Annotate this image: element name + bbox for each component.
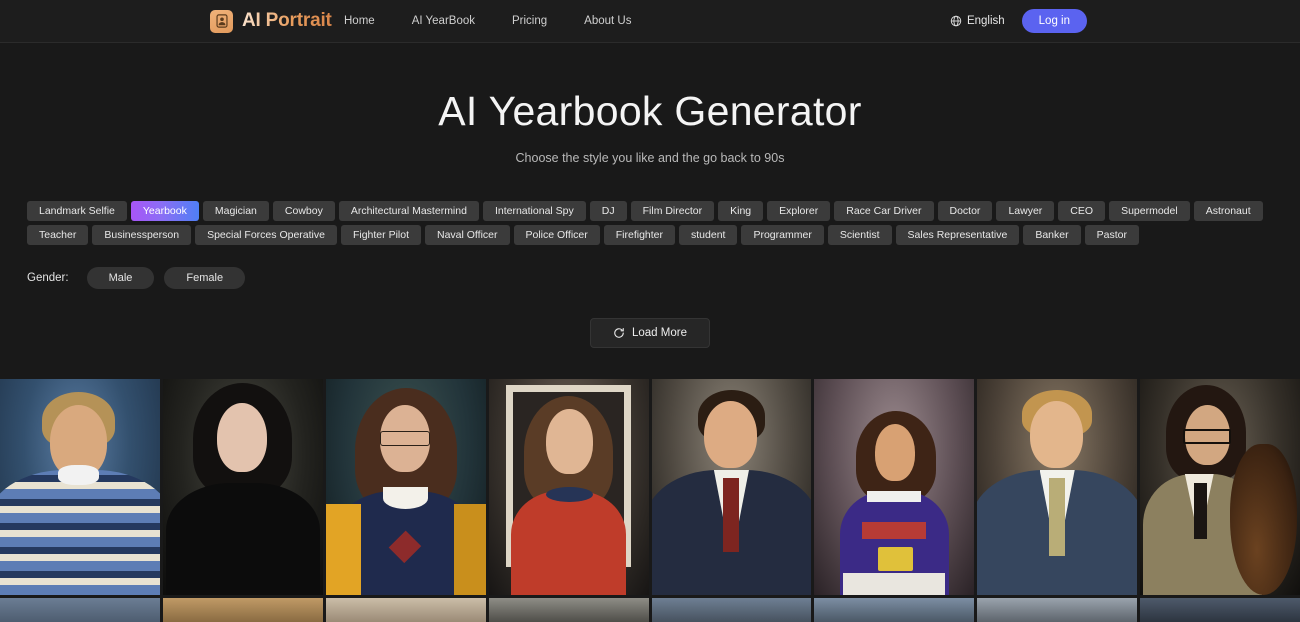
load-more-button[interactable]: Load More [590, 318, 710, 348]
top-header: AI Portrait Home AI YearBook Pricing Abo… [0, 0, 1300, 43]
style-tag-architectural-mastermind[interactable]: Architectural Mastermind [338, 201, 479, 221]
photo-subject [1140, 379, 1300, 595]
gallery-photo[interactable] [488, 379, 649, 595]
style-tag-pastor[interactable]: Pastor [1084, 225, 1139, 245]
gender-option-female[interactable]: Female [164, 267, 246, 289]
load-more-label: Load More [632, 327, 687, 339]
header-actions: English Log in [950, 9, 1087, 33]
style-tag-international-spy[interactable]: International Spy [482, 201, 586, 221]
photo-subject [977, 379, 1138, 595]
person-card-icon [210, 9, 233, 33]
photo-subject [0, 379, 160, 595]
photo-subject [163, 379, 323, 595]
main-navigation: Home AI YearBook Pricing About Us [344, 15, 631, 27]
log-in-button[interactable]: Log in [1021, 9, 1087, 33]
gallery-photo[interactable] [1140, 598, 1300, 622]
gallery-photo[interactable] [162, 598, 323, 622]
gallery-photo[interactable] [651, 598, 812, 622]
gender-option-male[interactable]: Male [86, 267, 155, 289]
language-label: English [966, 15, 1005, 27]
style-tag-sales-representative[interactable]: Sales Representative [895, 225, 1020, 245]
nav-item-about-us[interactable]: About Us [584, 15, 631, 27]
photo-subject [814, 379, 974, 595]
portrait-gallery [0, 379, 1300, 622]
style-tag-fighter-pilot[interactable]: Fighter Pilot [340, 225, 421, 245]
language-selector[interactable]: English [950, 15, 1005, 27]
gallery-photo[interactable] [977, 598, 1138, 622]
style-tag-yearbook[interactable]: Yearbook [130, 201, 199, 221]
gallery-photo[interactable] [325, 598, 486, 622]
gallery-photo[interactable] [325, 379, 486, 595]
style-tag-supermodel[interactable]: Supermodel [1109, 201, 1190, 221]
nav-item-ai-yearbook[interactable]: AI YearBook [412, 15, 475, 27]
nav-item-pricing[interactable]: Pricing [512, 15, 547, 27]
gallery-photo[interactable] [814, 379, 975, 595]
gallery-photo[interactable] [977, 379, 1138, 595]
style-tag-doctor[interactable]: Doctor [937, 201, 993, 221]
style-tag-naval-officer[interactable]: Naval Officer [425, 225, 510, 245]
style-tag-teacher[interactable]: Teacher [27, 225, 89, 245]
style-tag-cowboy[interactable]: Cowboy [272, 201, 335, 221]
photo-subject [325, 379, 486, 595]
style-tag-scientist[interactable]: Scientist [827, 225, 892, 245]
style-tag-police-officer[interactable]: Police Officer [513, 225, 600, 245]
style-tag-programmer[interactable]: Programmer [741, 225, 824, 245]
style-tag-banker[interactable]: Banker [1023, 225, 1081, 245]
hero-section: AI Yearbook Generator Choose the style y… [0, 43, 1300, 165]
page-subtitle: Choose the style you like and the go bac… [515, 151, 785, 165]
style-tag-landmark-selfie[interactable]: Landmark Selfie [27, 201, 127, 221]
gender-label: Gender: [27, 272, 69, 284]
gender-selector: Gender: Male Female [0, 267, 1300, 289]
page-title: AI Yearbook Generator [438, 88, 862, 134]
style-tag-king[interactable]: King [718, 201, 764, 221]
style-tag-astronaut[interactable]: Astronaut [1193, 201, 1263, 221]
gallery-photo[interactable] [814, 598, 975, 622]
globe-icon [950, 15, 962, 27]
gallery-photo[interactable] [488, 598, 649, 622]
style-tag-lawyer[interactable]: Lawyer [996, 201, 1055, 221]
style-tag-list: Landmark Selfie Yearbook Magician Cowboy Arc… [0, 201, 1300, 245]
style-tag-ceo[interactable]: CEO [1058, 201, 1106, 221]
style-tag-businessperson[interactable]: Businessperson [92, 225, 192, 245]
photo-subject [489, 379, 649, 595]
refresh-icon [613, 327, 625, 339]
brand-name: AI Portrait [242, 10, 332, 31]
photo-subject [651, 379, 812, 595]
style-tag-special-forces-operative[interactable]: Special Forces Operative [195, 225, 337, 245]
style-tag-dj[interactable]: DJ [589, 201, 627, 221]
gallery-photo[interactable] [651, 379, 812, 595]
style-tag-film-director[interactable]: Film Director [630, 201, 715, 221]
brand-logo[interactable]: AI Portrait [210, 9, 332, 33]
style-tag-firefighter[interactable]: Firefighter [603, 225, 676, 245]
load-more-container: Load More [0, 318, 1300, 348]
gallery-photo[interactable] [0, 598, 160, 622]
style-tag-race-car-driver[interactable]: Race Car Driver [834, 201, 934, 221]
style-tag-magician[interactable]: Magician [202, 201, 269, 221]
style-tag-explorer[interactable]: Explorer [767, 201, 831, 221]
gallery-photo[interactable] [162, 379, 323, 595]
style-tag-student[interactable]: student [679, 225, 738, 245]
gallery-photo[interactable] [0, 379, 160, 595]
nav-item-home[interactable]: Home [344, 15, 375, 27]
gallery-photo[interactable] [1140, 379, 1300, 595]
